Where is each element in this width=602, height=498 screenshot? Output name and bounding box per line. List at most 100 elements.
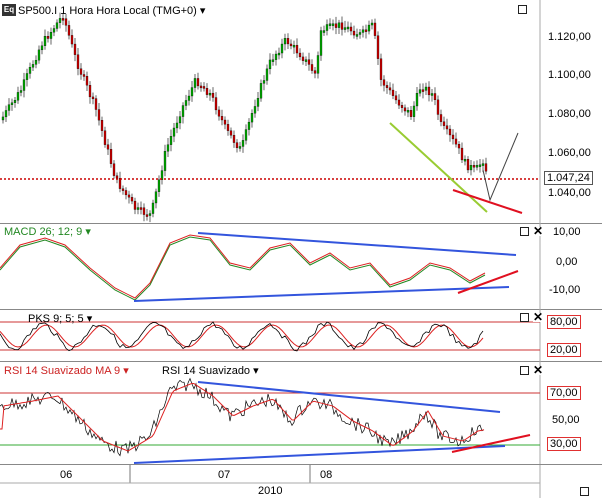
price-candle — [223, 119, 227, 125]
price-candle — [229, 130, 233, 136]
price-candle — [10, 102, 14, 105]
price-candle — [379, 58, 383, 80]
maximize-pane-button[interactable] — [520, 227, 529, 236]
price-candle — [91, 96, 95, 100]
price-candle — [85, 76, 89, 86]
price-candle — [187, 95, 191, 101]
price-candle — [16, 92, 20, 101]
price-candle — [358, 32, 362, 35]
price-candle — [175, 122, 179, 129]
price-candle — [157, 179, 161, 192]
price-candle — [253, 106, 257, 114]
rsi-title-ma[interactable]: RSI 14 Suavizado MA 9 ▾ — [4, 364, 129, 377]
chevron-down-icon[interactable]: ▾ — [87, 313, 93, 325]
price-candle — [172, 127, 176, 137]
price-candle — [235, 142, 239, 149]
price-candle — [184, 100, 188, 106]
price-candle — [136, 207, 140, 210]
price-candle — [316, 55, 320, 74]
price-pane: Eq SP500.I 1 Hora Hora Local (TMG+0) ▾ 1… — [0, 0, 602, 224]
price-candle — [79, 68, 83, 75]
price-candle — [271, 59, 275, 62]
price-candle — [199, 85, 203, 89]
price-title[interactable]: SP500.I 1 Hora Hora Local (TMG+0) ▾ — [18, 4, 205, 17]
price-candle — [106, 144, 110, 150]
maximize-pane-button[interactable] — [520, 313, 529, 322]
time-axis: 06 07 08 2010 — [0, 464, 602, 498]
price-candle — [274, 53, 278, 60]
price-candle — [55, 22, 59, 29]
maximize-pane-button[interactable] — [520, 366, 529, 375]
rsi-ma-line — [0, 382, 485, 452]
price-candle — [322, 30, 326, 33]
chevron-down-icon[interactable]: ▾ — [123, 365, 129, 377]
price-candle — [76, 54, 80, 69]
price-candle — [232, 135, 236, 143]
price-candle — [247, 121, 251, 130]
price-candle — [46, 36, 50, 39]
price-candle — [433, 93, 437, 101]
price-candle — [250, 113, 254, 123]
close-icon[interactable]: ✕ — [533, 364, 543, 376]
price-candle — [124, 190, 128, 196]
price-candle — [394, 95, 398, 101]
price-candle — [340, 22, 344, 30]
chevron-down-icon[interactable]: ▾ — [253, 365, 259, 377]
price-candle — [361, 29, 365, 33]
macd-red-trendline — [457, 270, 519, 294]
price-candle — [277, 52, 281, 56]
price-candle — [58, 18, 62, 23]
price-candle — [49, 32, 53, 39]
price-candle — [67, 25, 71, 36]
rsi-red-trendline — [451, 434, 531, 453]
maximize-pane-button[interactable] — [518, 5, 527, 14]
close-icon[interactable]: ✕ — [533, 311, 543, 323]
price-candle — [265, 68, 269, 81]
chevron-down-icon[interactable]: ▾ — [85, 226, 91, 238]
price-candle — [448, 128, 452, 136]
price-candle — [400, 105, 404, 108]
rsi-tick-50: 50,00 — [552, 414, 580, 426]
close-icon[interactable]: ✕ — [533, 225, 543, 237]
settings-box-button[interactable] — [580, 487, 589, 496]
rsi-title-ma-text: RSI 14 Suavizado MA 9 — [4, 365, 121, 377]
price-candle — [70, 35, 74, 45]
price-candle — [226, 124, 230, 131]
price-candle — [217, 109, 221, 117]
macd-title[interactable]: MACD 26; 12; 9 ▾ — [4, 225, 91, 238]
price-candle — [166, 144, 170, 152]
macd-tick-0: 0,00 — [556, 256, 578, 268]
y-tick-1040: 1.040,00 — [548, 187, 591, 199]
price-candle — [244, 129, 248, 141]
chevron-down-icon[interactable]: ▾ — [200, 5, 206, 17]
price-candle — [19, 90, 23, 93]
price-candle — [484, 163, 488, 172]
price-candle — [127, 194, 131, 198]
price-candle — [262, 80, 266, 84]
price-candle — [319, 30, 323, 56]
price-candle — [139, 207, 143, 210]
price-candle — [94, 98, 98, 110]
price-candle — [205, 88, 209, 95]
price-candle — [82, 74, 86, 77]
price-candle — [481, 163, 485, 166]
price-candle — [61, 18, 65, 21]
price-candle — [472, 165, 476, 168]
price-candle — [25, 73, 29, 80]
price-candle — [148, 213, 152, 216]
price-candle — [469, 165, 473, 171]
pks-title[interactable]: PKS 9; 5; 5 ▾ — [28, 312, 92, 325]
price-candle — [463, 158, 467, 162]
y-tick-1100: 1.100,00 — [548, 69, 591, 81]
pks-slow-line — [0, 324, 484, 348]
rsi-title[interactable]: RSI 14 Suavizado ▾ — [162, 364, 259, 377]
price-title-text: SP500.I 1 Hora Hora Local (TMG+0) — [18, 5, 197, 17]
price-candle — [64, 18, 68, 26]
price-candle — [439, 114, 443, 122]
y-tick-1080: 1.080,00 — [548, 108, 591, 120]
price-candle — [283, 38, 287, 45]
price-candle — [475, 165, 479, 168]
price-candle — [427, 86, 431, 96]
rsi-level-70: 70,00 — [547, 386, 581, 400]
macd-tick-minus10: -10,00 — [549, 284, 581, 296]
